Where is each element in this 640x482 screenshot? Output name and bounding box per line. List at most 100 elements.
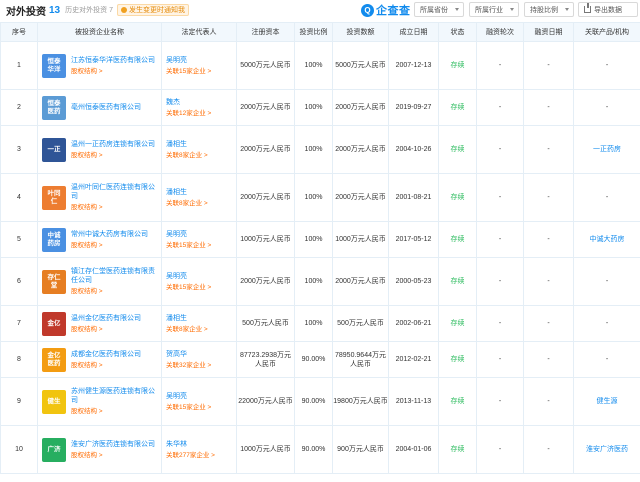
legal-rep-link[interactable]: 潘相生: [166, 188, 236, 197]
equity-structure-link[interactable]: 股权结构 >: [71, 361, 161, 370]
legal-rep-link[interactable]: 贺高华: [166, 350, 236, 359]
legal-rep-link[interactable]: 吴明亮: [166, 230, 236, 239]
related-product[interactable]: 健生源: [573, 377, 640, 426]
related-companies-link[interactable]: 关联32家企业 >: [166, 361, 236, 370]
status-badge: 存续: [438, 41, 477, 90]
related-companies-link[interactable]: 关联277家企业 >: [166, 451, 236, 460]
notify-change-button[interactable]: 发生变更时通知我: [116, 4, 189, 16]
financing-date: -: [523, 89, 574, 126]
financing-date: -: [523, 257, 574, 306]
registered-capital: 2000万元人民币: [236, 89, 295, 126]
investment-amount: 2000万元人民币: [332, 257, 389, 306]
table-row: 5 中诚 药房 常州中诚大药房有限公司 股权结构 > 吴明亮 关联15家企业 >1000万元…: [0, 221, 640, 258]
row-number: 9: [0, 377, 38, 426]
row-number: 7: [0, 305, 38, 342]
table-row: 6 存仁堂镇江存仁堂医药连锁有限责任公司 股权结构 > 吴明亮 关联15家企业 >200…: [0, 257, 640, 306]
chevron-down-icon: [565, 8, 569, 11]
company-name-link[interactable]: 温州一正药房连锁有限公司: [71, 140, 161, 149]
equity-structure-link[interactable]: 股权结构 >: [71, 203, 161, 212]
table-row: 8 金亿 医药 成都金亿医药有限公司 股权结构 > 贺高华 关联32家企业 >87723.2…: [0, 341, 640, 378]
related-product: -: [573, 41, 640, 90]
financing-round: -: [476, 41, 524, 90]
column-header: 融资日期: [523, 22, 574, 42]
legal-rep-cell: 贺高华关联32家企业 >: [161, 341, 237, 378]
registered-capital: 1000万元人民币: [236, 425, 295, 474]
table-header-row: 序号 被投资企业名称 法定代表人 注册资本 投资比例 投资数额 成立日期 状态 融资轮次 融资日期…: [0, 22, 640, 42]
legal-rep-link[interactable]: 朱华林: [166, 440, 236, 449]
legal-rep-link[interactable]: 吴明亮: [166, 56, 236, 65]
status-badge: 存续: [438, 305, 477, 342]
legal-rep-link[interactable]: 吴明亮: [166, 392, 236, 401]
financing-date: -: [523, 41, 574, 90]
company-cell: 恒泰 医药 亳州恒泰医药有限公司: [37, 89, 162, 126]
export-data-button[interactable]: 导出数据: [578, 2, 638, 17]
company-name-link[interactable]: 江苏恒泰华洋医药有限公司: [71, 56, 161, 65]
share-ratio-filter[interactable]: 持股比例: [524, 2, 574, 17]
status-badge: 存续: [438, 257, 477, 306]
equity-structure-link[interactable]: 股权结构 >: [71, 451, 161, 460]
related-product: -: [573, 341, 640, 378]
financing-date: -: [523, 125, 574, 174]
table-row: 2 恒泰 医药 亳州恒泰医药有限公司 魏杰 关联12家企业 >2000万元人民币 100% 2…: [0, 89, 640, 126]
financing-date: -: [523, 221, 574, 258]
related-product[interactable]: 中诚大药房: [573, 221, 640, 258]
financing-round: -: [476, 305, 524, 342]
investment-ratio: 100%: [294, 221, 333, 258]
legal-rep-link[interactable]: 潘相生: [166, 140, 236, 149]
related-product[interactable]: 一正药房: [573, 125, 640, 174]
history-investment-link[interactable]: 历史对外投资 7: [65, 5, 113, 15]
equity-structure-link[interactable]: 股权结构 >: [71, 67, 161, 76]
related-companies-link[interactable]: 关联15家企业 >: [166, 241, 236, 250]
establish-date: 2017-05-12: [388, 221, 439, 258]
table-row: 10 广济 淮安广济医药连锁有限公司 股权结构 > 朱华林 关联277家企业 >1000万…: [0, 425, 640, 474]
legal-rep-cell: 吴明亮关联15家企业 >: [161, 221, 237, 258]
related-product: -: [573, 305, 640, 342]
investment-ratio: 100%: [294, 125, 333, 174]
related-companies-link[interactable]: 关联12家企业 >: [166, 109, 236, 118]
legal-rep-link[interactable]: 魏杰: [166, 98, 236, 107]
related-product: -: [573, 173, 640, 222]
related-companies-link[interactable]: 关联8家企业 >: [166, 325, 236, 334]
company-name-link[interactable]: 淮安广济医药连锁有限公司: [71, 440, 161, 449]
company-name-link[interactable]: 常州中诚大药房有限公司: [71, 230, 161, 239]
investment-amount: 900万元人民币: [332, 425, 389, 474]
company-logo-icon: 健生: [42, 389, 66, 414]
table-row: 4 叶同仁温州叶同仁医药连锁有限公司 股权结构 > 潘相生 关联8家企业 >2000万元…: [0, 173, 640, 222]
related-companies-link[interactable]: 关联15家企业 >: [166, 67, 236, 76]
company-name-link[interactable]: 温州金亿医药有限公司: [71, 314, 161, 323]
related-companies-link[interactable]: 关联8家企业 >: [166, 151, 236, 160]
related-companies-link[interactable]: 关联15家企业 >: [166, 283, 236, 292]
industry-filter[interactable]: 所属行业: [469, 2, 519, 17]
financing-round: -: [476, 173, 524, 222]
legal-rep-cell: 吴明亮关联15家企业 >: [161, 377, 237, 426]
bell-icon: [120, 7, 127, 13]
legal-rep-link[interactable]: 吴明亮: [166, 272, 236, 281]
province-filter[interactable]: 所属省份: [414, 2, 464, 17]
equity-structure-link[interactable]: 股权结构 >: [71, 407, 161, 416]
equity-structure-link[interactable]: 股权结构 >: [71, 287, 161, 296]
related-companies-link[interactable]: 关联15家企业 >: [166, 403, 236, 412]
company-logo-icon: 叶同仁: [42, 185, 66, 210]
investment-ratio: 100%: [294, 173, 333, 222]
row-number: 10: [0, 425, 38, 474]
company-logo-icon: 恒泰 华洋: [42, 53, 66, 78]
company-name-link[interactable]: 亳州恒泰医药有限公司: [71, 103, 161, 112]
company-name-link[interactable]: 镇江存仁堂医药连锁有限责任公司: [71, 267, 161, 285]
investment-ratio: 90.00%: [294, 377, 333, 426]
related-companies-link[interactable]: 关联8家企业 >: [166, 199, 236, 208]
equity-structure-link[interactable]: 股权结构 >: [71, 241, 161, 250]
company-name-link[interactable]: 温州叶同仁医药连锁有限公司: [71, 183, 161, 201]
company-cell: 中诚 药房 常州中诚大药房有限公司 股权结构 >: [37, 221, 162, 258]
financing-round: -: [476, 125, 524, 174]
investment-ratio: 100%: [294, 257, 333, 306]
legal-rep-cell: 吴明亮关联15家企业 >: [161, 257, 237, 306]
company-name-link[interactable]: 苏州健生源医药连锁有限公司: [71, 387, 161, 405]
related-product[interactable]: 淮安广济医药: [573, 425, 640, 474]
investment-amount: 78950.9644万元人民币: [332, 341, 389, 378]
equity-structure-link[interactable]: 股权结构 >: [71, 325, 161, 334]
company-name-link[interactable]: 成都金亿医药有限公司: [71, 350, 161, 359]
equity-structure-link[interactable]: 股权结构 >: [71, 151, 161, 160]
legal-rep-link[interactable]: 潘相生: [166, 314, 236, 323]
legal-rep-cell: 潘相生关联8家企业 >: [161, 125, 237, 174]
related-product: -: [573, 257, 640, 306]
